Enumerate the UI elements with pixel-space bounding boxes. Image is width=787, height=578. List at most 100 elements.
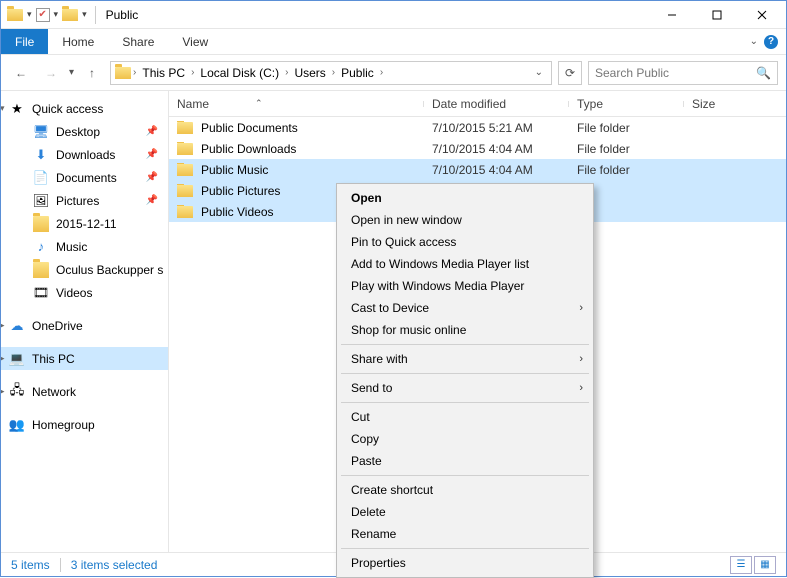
ribbon-collapse-icon[interactable]: ⌄ bbox=[750, 36, 758, 47]
close-button[interactable] bbox=[739, 1, 784, 29]
tab-share[interactable]: Share bbox=[108, 29, 168, 54]
cloud-icon: ☁ bbox=[9, 318, 25, 334]
file-date: 7/10/2015 5:21 AM bbox=[424, 121, 569, 135]
tab-home[interactable]: Home bbox=[48, 29, 108, 54]
sidebar-item-date[interactable]: 2015-12-11 bbox=[1, 212, 168, 235]
chevron-right-icon[interactable]: › bbox=[332, 67, 335, 78]
ctx-open[interactable]: Open bbox=[339, 187, 591, 209]
sidebar-homegroup[interactable]: 👥Homegroup bbox=[1, 413, 168, 436]
folder-icon bbox=[33, 262, 49, 278]
sidebar-item-desktop[interactable]: 🖥Desktop📌 bbox=[1, 120, 168, 143]
table-row[interactable]: Public Downloads7/10/2015 4:04 AMFile fo… bbox=[169, 138, 786, 159]
chevron-right-icon[interactable]: › bbox=[191, 67, 194, 78]
sidebar-item-oculus[interactable]: Oculus Backupper s bbox=[1, 258, 168, 281]
download-icon: ⬇ bbox=[33, 147, 49, 163]
up-button[interactable]: ↑ bbox=[80, 61, 104, 85]
ctx-wmp-add[interactable]: Add to Windows Media Player list bbox=[339, 253, 591, 275]
pin-icon: 📌 bbox=[146, 126, 158, 137]
col-type[interactable]: Type bbox=[569, 97, 684, 111]
ctx-shortcut[interactable]: Create shortcut bbox=[339, 479, 591, 501]
sidebar-item-downloads[interactable]: ⬇Downloads📌 bbox=[1, 143, 168, 166]
folder-icon bbox=[115, 67, 131, 79]
sidebar-onedrive[interactable]: ▸☁OneDrive bbox=[1, 314, 168, 337]
forward-button[interactable]: → bbox=[39, 61, 63, 85]
video-icon: 🎞 bbox=[33, 285, 49, 301]
file-name: Public Music bbox=[201, 163, 268, 177]
sidebar-item-documents[interactable]: 📄Documents📌 bbox=[1, 166, 168, 189]
tab-file[interactable]: File bbox=[1, 29, 48, 54]
chevron-right-icon[interactable]: › bbox=[133, 67, 136, 78]
title-bar: ▾ ✔ ▾ ▾ Public bbox=[1, 1, 786, 29]
crumb-thispc[interactable]: This PC bbox=[138, 66, 189, 80]
ctx-rename[interactable]: Rename bbox=[339, 523, 591, 545]
file-name: Public Documents bbox=[201, 121, 298, 135]
view-icons-button[interactable]: ▦ bbox=[754, 556, 776, 574]
col-date[interactable]: Date modified bbox=[424, 97, 569, 111]
back-button[interactable]: ← bbox=[9, 61, 33, 85]
file-type: File folder bbox=[569, 142, 684, 156]
pc-icon: 💻 bbox=[9, 351, 25, 367]
qa-more-icon[interactable]: ▾ bbox=[82, 9, 87, 20]
ctx-cut[interactable]: Cut bbox=[339, 406, 591, 428]
file-date: 7/10/2015 4:04 AM bbox=[424, 142, 569, 156]
ctx-pin[interactable]: Pin to Quick access bbox=[339, 231, 591, 253]
ctx-share[interactable]: Share with› bbox=[339, 348, 591, 370]
desktop-icon: 🖥 bbox=[33, 124, 49, 140]
col-size[interactable]: Size bbox=[684, 97, 754, 111]
view-details-button[interactable]: ☰ bbox=[730, 556, 752, 574]
crumb-public[interactable]: Public bbox=[337, 66, 378, 80]
crumb-users[interactable]: Users bbox=[290, 66, 329, 80]
sidebar-network[interactable]: ▸🖧Network bbox=[1, 380, 168, 403]
search-input[interactable]: Search Public 🔍 bbox=[588, 61, 778, 85]
music-icon: ♪ bbox=[33, 239, 49, 255]
ribbon: File Home Share View ⌄ ? bbox=[1, 29, 786, 55]
folder-icon bbox=[177, 143, 193, 155]
ctx-shop[interactable]: Shop for music online bbox=[339, 319, 591, 341]
col-name[interactable]: Name⌃ bbox=[169, 97, 424, 111]
pin-icon: 📌 bbox=[146, 149, 158, 160]
table-row[interactable]: Public Documents7/10/2015 5:21 AMFile fo… bbox=[169, 117, 786, 138]
maximize-button[interactable] bbox=[694, 1, 739, 29]
tab-view[interactable]: View bbox=[168, 29, 222, 54]
network-icon: 🖧 bbox=[9, 384, 25, 400]
ctx-open-new[interactable]: Open in new window bbox=[339, 209, 591, 231]
chevron-right-icon[interactable]: › bbox=[285, 67, 288, 78]
folder-icon-2 bbox=[62, 9, 78, 21]
context-menu: Open Open in new window Pin to Quick acc… bbox=[336, 183, 594, 578]
folder-icon bbox=[177, 185, 193, 197]
refresh-button[interactable]: ⟳ bbox=[558, 61, 582, 85]
minimize-button[interactable] bbox=[649, 1, 694, 29]
star-icon: ★ bbox=[9, 101, 25, 117]
table-row[interactable]: Public Music7/10/2015 4:04 AMFile folder bbox=[169, 159, 786, 180]
qa-dropdown-icon-2[interactable]: ▾ bbox=[54, 9, 59, 20]
path-dropdown-icon[interactable]: ⌄ bbox=[535, 67, 543, 78]
ctx-wmp-play[interactable]: Play with Windows Media Player bbox=[339, 275, 591, 297]
ctx-paste[interactable]: Paste bbox=[339, 450, 591, 472]
qa-dropdown-icon[interactable]: ▾ bbox=[27, 9, 32, 20]
ctx-sendto[interactable]: Send to› bbox=[339, 377, 591, 399]
sidebar-item-videos[interactable]: 🎞Videos bbox=[1, 281, 168, 304]
file-name: Public Pictures bbox=[201, 184, 280, 198]
sidebar-item-music[interactable]: ♪Music bbox=[1, 235, 168, 258]
sidebar-item-pictures[interactable]: 🖼Pictures📌 bbox=[1, 189, 168, 212]
picture-icon: 🖼 bbox=[33, 193, 49, 209]
doc-icon: 📄 bbox=[33, 170, 49, 186]
ctx-properties[interactable]: Properties bbox=[339, 552, 591, 574]
chevron-right-icon: › bbox=[579, 382, 583, 394]
ctx-delete[interactable]: Delete bbox=[339, 501, 591, 523]
pin-icon: 📌 bbox=[146, 172, 158, 183]
chevron-right-icon: › bbox=[579, 353, 583, 365]
history-dropdown-icon[interactable]: ▾ bbox=[69, 67, 74, 78]
properties-qa-icon[interactable]: ✔ bbox=[36, 8, 50, 22]
folder-icon bbox=[7, 9, 23, 21]
help-icon[interactable]: ? bbox=[764, 35, 778, 49]
sidebar-thispc[interactable]: ▸💻This PC bbox=[1, 347, 168, 370]
sidebar-quick-access[interactable]: ▾★Quick access bbox=[1, 97, 168, 120]
ctx-cast[interactable]: Cast to Device› bbox=[339, 297, 591, 319]
file-date: 7/10/2015 4:04 AM bbox=[424, 163, 569, 177]
status-selected: 3 items selected bbox=[71, 558, 158, 572]
breadcrumb[interactable]: › This PC › Local Disk (C:) › Users › Pu… bbox=[110, 61, 552, 85]
chevron-right-icon[interactable]: › bbox=[380, 67, 383, 78]
ctx-copy[interactable]: Copy bbox=[339, 428, 591, 450]
crumb-drive[interactable]: Local Disk (C:) bbox=[196, 66, 283, 80]
